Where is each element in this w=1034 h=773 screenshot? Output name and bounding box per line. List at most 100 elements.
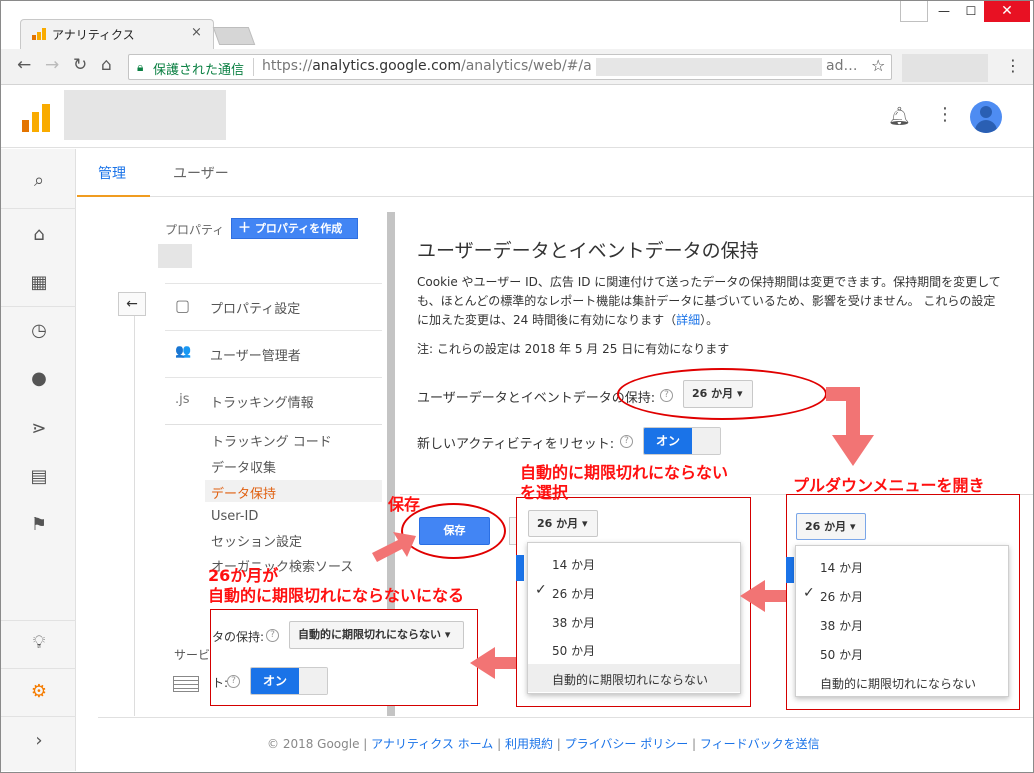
tab-close-icon[interactable]: × [191,25,202,40]
service-label: サービ [174,648,211,662]
annotation-ellipse-save [401,503,506,559]
result-toggle-label: ト: [212,676,229,690]
result-toggle[interactable]: オン [250,667,328,695]
menu-option-26[interactable]: 26 か月 [820,588,863,605]
active-tab-indicator [77,195,150,197]
nav-label: プロパティ設定 [210,302,301,317]
rail-divider [1,668,76,669]
footer-link-home[interactable]: アナリティクス ホーム [371,737,493,751]
bookmark-star-icon[interactable]: ☆ [871,56,885,75]
tab-user[interactable]: ユーザー [173,163,229,183]
nav-label: ユーザー管理者 [210,349,301,364]
create-property-label: プロパティを作成 [254,222,343,235]
annotation-open-menu: プルダウンメニューを開き [793,476,985,495]
sub-session-settings[interactable]: セッション設定 [211,531,302,550]
menu-option-14[interactable]: 14 か月 [552,556,595,573]
tab-title: アナリティクス [52,28,135,42]
footer: © 2018 Google | アナリティクス ホーム | 利用規約 | プライ… [267,737,820,751]
result-dropdown[interactable]: 自動的に期限切れにならない ▾ [289,621,464,649]
toggle-partial [786,557,794,583]
customization-icon[interactable]: ▦ [24,272,54,293]
acquisition-icon[interactable]: ⋗ [24,418,54,439]
bell-icon[interactable]: 🔔︎ [888,106,911,127]
retention-value: 26 か月 [537,517,579,530]
menu-option-no-expire[interactable]: 自動的に期限切れにならない [820,675,976,692]
retention-dropdown-open[interactable]: 26 か月 ▾ [796,513,866,540]
help-icon[interactable]: ? [266,629,279,642]
more-vert-icon[interactable]: ⋮ [936,104,954,125]
service-icon [173,676,199,692]
annotation-result-line2: 自動的に期限切れにならないになる [208,586,465,605]
toggle-partial [516,555,524,581]
footer-link-privacy[interactable]: プライバシー ポリシー [565,737,689,751]
account-selector-redacted[interactable] [64,90,226,140]
caret-down-icon: ▾ [581,517,588,530]
annotation-ellipse-dropdown [617,368,827,420]
property-settings-icon: ▢ [175,296,191,315]
home-icon[interactable]: ⌂ [24,224,54,245]
footer-link-feedback[interactable]: フィードバックを送信 [700,737,820,751]
behavior-icon[interactable]: ▤ [24,466,54,487]
window-close-icon[interactable]: ✕ [984,0,1030,22]
toggle-knob [299,668,327,694]
audience-person-icon[interactable]: ● [24,368,54,389]
search-icon[interactable]: ⌕ [24,170,54,191]
annotation-select-line2: を選択 [520,483,569,502]
url-tail: ad… [826,58,858,74]
toggle-knob [692,428,720,454]
lightbulb-icon[interactable]: 💡︎ [24,632,54,653]
browser-menu-icon[interactable]: ⋮ [1005,56,1021,75]
retention-dropdown-open[interactable]: 26 か月 ▾ [528,510,598,537]
sub-data-collection[interactable]: データ収集 [211,457,276,476]
sub-data-retention[interactable]: データ保持 [211,483,276,502]
users-icon: 👥 [175,344,192,359]
avatar[interactable] [970,101,1002,133]
menu-option-50[interactable]: 50 か月 [552,642,595,659]
home-icon[interactable]: ⌂ [101,55,112,75]
profile-box[interactable] [900,0,928,22]
analytics-favicon-icon [32,28,46,40]
realtime-clock-icon[interactable]: ◷ [24,320,54,341]
maximize-icon[interactable]: ☐ [956,0,986,22]
toggle-on-label: オン [251,668,299,694]
check-icon: ✓ [535,582,547,598]
create-property-button[interactable]: ＋ プロパティを作成 [231,218,358,239]
url-redacted [596,58,822,76]
copyright: © 2018 Google [267,737,360,751]
back-arrow-icon[interactable]: ← [17,55,31,75]
sub-user-id[interactable]: User-ID [211,509,258,524]
effective-note: 注: これらの設定は 2018 年 5 月 25 日に有効になります [417,342,730,356]
help-icon[interactable]: ? [227,675,240,688]
rail-divider [1,716,76,717]
help-icon[interactable]: ? [620,435,633,448]
rail-divider [1,306,76,307]
property-label: プロパティ [165,223,225,237]
description: Cookie やユーザー ID、広告 ID に関連付けて送ったデータの保持期間は… [417,273,1002,330]
back-button[interactable]: ← [118,292,146,316]
menu-option-38[interactable]: 38 か月 [552,614,595,631]
menu-option-no-expire[interactable]: 自動的に期限切れにならない [552,671,708,688]
result-label: タの保持: [212,630,265,644]
footer-link-terms[interactable]: 利用規約 [505,737,553,751]
admin-gear-icon[interactable]: ⚙ [24,681,54,702]
reload-icon[interactable]: ↻ [73,55,87,75]
reset-label: 新しいアクティビティをリセット: [417,437,615,452]
property-selector-redacted[interactable] [158,244,192,268]
new-tab-button[interactable] [212,27,256,45]
analytics-logo-icon[interactable] [22,104,50,132]
menu-option-38[interactable]: 38 か月 [820,617,863,634]
conversions-flag-icon[interactable]: ⚑ [24,514,54,535]
extensions-redacted [902,54,988,82]
menu-option-14[interactable]: 14 か月 [820,559,863,576]
learn-more-link[interactable]: 詳細 [676,313,700,327]
tab-admin[interactable]: 管理 [98,163,126,183]
js-icon: .js [175,392,190,407]
menu-option-26[interactable]: 26 か月 [552,585,595,602]
menu-option-50[interactable]: 50 か月 [820,646,863,663]
forward-arrow-icon[interactable]: → [45,55,59,75]
minimize-icon[interactable]: — [929,0,959,22]
reset-toggle[interactable]: オン [643,427,721,455]
expand-chevron-icon[interactable]: › [24,730,54,751]
secure-label: 保護された通信 [153,63,245,78]
sub-tracking-code[interactable]: トラッキング コード [211,431,332,450]
